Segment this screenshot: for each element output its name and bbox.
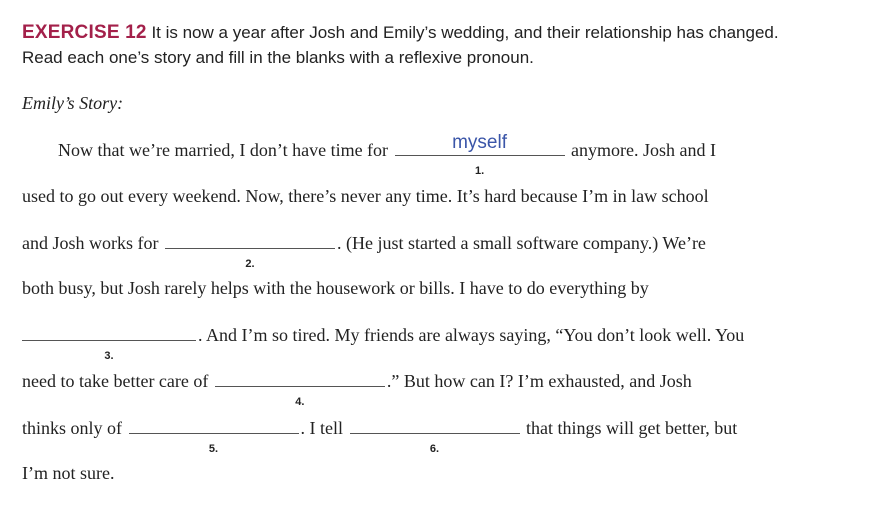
story-line-7: thinks only of 5. . I tell 6. that thing… [22, 415, 738, 455]
story-line-2: used to go out every weekend. Now, there… [22, 184, 709, 208]
story-line-5: 3. . And I’m so tired. My friends are al… [20, 322, 745, 362]
line-text: thinks only of [22, 418, 123, 438]
exercise-header: EXERCISE 12 It is now a year after Josh … [22, 20, 872, 70]
story-line-6: need to take better care of 4. .” But ho… [22, 368, 692, 408]
line-text: .” But how can I? I’m exhausted, and Jos… [386, 371, 692, 391]
instructions-line-2: Read each one’s story and fill in the bl… [22, 48, 534, 67]
line-text: and Josh works for [22, 233, 159, 253]
blank-3[interactable]: 3. [22, 322, 196, 362]
story-title: Emily’s Story: [22, 93, 124, 113]
blank-6-number: 6. [429, 443, 440, 455]
blank-5[interactable]: 5. [128, 415, 299, 455]
line-text: . I tell [300, 418, 344, 438]
story-line-1: Now that we’re married, I don’t have tim… [58, 132, 717, 177]
exercise-label: EXERCISE 12 [22, 22, 147, 43]
line-text: that things will get better, but [526, 418, 738, 438]
blank-1-answer: myself [452, 132, 507, 153]
line-text: I’m not sure. [22, 463, 115, 483]
story-line-8: I’m not sure. [22, 461, 114, 485]
blank-2[interactable]: 2. [165, 230, 335, 270]
blank-6[interactable]: 6. [349, 415, 520, 455]
instructions-line-1: EXERCISE 12 It is now a year after Josh … [22, 20, 872, 45]
blank-4-number: 4. [295, 396, 305, 408]
line-text: used to go out every weekend. Now, there… [22, 186, 709, 206]
line-text: need to take better care of [22, 371, 209, 391]
blank-4[interactable]: 4. [214, 368, 385, 408]
blank-3-number: 3. [104, 350, 114, 362]
blank-1[interactable]: myself 1. [394, 132, 565, 177]
blank-2-number: 2. [245, 258, 255, 270]
story-line-4: both busy, but Josh rarely helps with th… [22, 276, 649, 300]
blank-1-number: 1. [474, 165, 485, 177]
line-text: anymore. Josh and I [571, 140, 717, 160]
line-text: . (He just started a small software comp… [337, 233, 706, 253]
story-line-3: and Josh works for 2. . (He just started… [22, 230, 706, 270]
line-text: . And I’m so tired. My friends are alway… [198, 325, 745, 345]
blank-5-number: 5. [208, 443, 219, 455]
instructions-text-1: It is now a year after Josh and Emily’s … [151, 23, 779, 42]
line-text: Now that we’re married, I don’t have tim… [58, 140, 389, 160]
line-text: both busy, but Josh rarely helps with th… [22, 278, 649, 298]
